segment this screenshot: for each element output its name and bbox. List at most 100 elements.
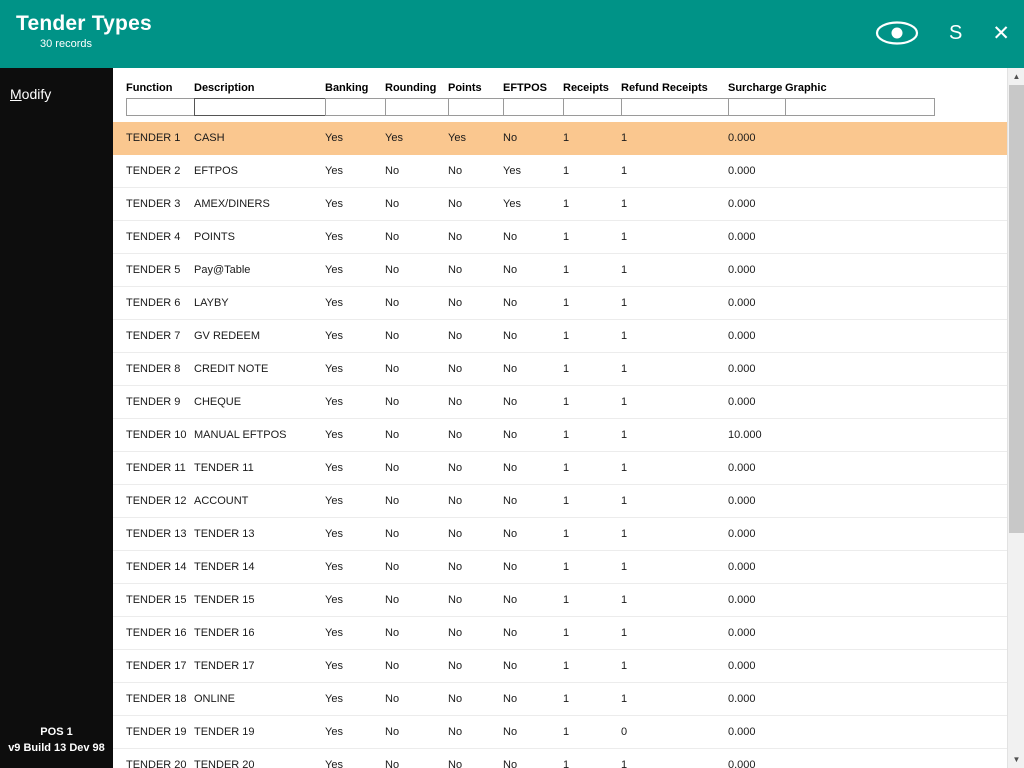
table-row[interactable]: TENDER 11TENDER 11YesNoNoNo110.000	[113, 452, 1007, 485]
close-icon[interactable]: ✕	[992, 23, 1010, 44]
cell-surcharge: 0.000	[728, 231, 785, 243]
cell-refund-receipts: 1	[621, 660, 728, 672]
filter-input-graphic[interactable]	[785, 98, 935, 116]
cell-receipts: 1	[563, 759, 621, 768]
column-header-receipts: Receipts	[563, 82, 621, 94]
table-row[interactable]: TENDER 6LAYBYYesNoNoNo110.000	[113, 287, 1007, 320]
cell-points: No	[448, 165, 503, 177]
table-row[interactable]: TENDER 15TENDER 15YesNoNoNo110.000	[113, 584, 1007, 617]
cell-banking: Yes	[325, 330, 385, 342]
scroll-down-icon[interactable]: ▼	[1008, 751, 1024, 768]
vertical-scrollbar[interactable]: ▲ ▼	[1007, 68, 1024, 768]
column-header-banking: Banking	[325, 82, 385, 94]
table-row[interactable]: TENDER 18ONLINEYesNoNoNo110.000	[113, 683, 1007, 716]
cell-description: EFTPOS	[194, 165, 325, 177]
cell-eftpos: No	[503, 528, 563, 540]
cell-description: MANUAL EFTPOS	[194, 429, 325, 441]
title-block: Tender Types 30 records	[0, 0, 152, 50]
table-row[interactable]: TENDER 10MANUAL EFTPOSYesNoNoNo1110.000	[113, 419, 1007, 452]
table-row[interactable]: TENDER 14TENDER 14YesNoNoNo110.000	[113, 551, 1007, 584]
cell-rounding: No	[385, 462, 448, 474]
column-header-surcharge: Surcharge	[728, 82, 785, 94]
cell-description: POINTS	[194, 231, 325, 243]
cell-surcharge: 0.000	[728, 297, 785, 309]
cell-rounding: No	[385, 660, 448, 672]
cell-banking: Yes	[325, 693, 385, 705]
cell-banking: Yes	[325, 528, 385, 540]
cell-rounding: No	[385, 264, 448, 276]
eye-icon[interactable]	[875, 20, 919, 46]
filter-cell-function	[126, 97, 194, 116]
table-row[interactable]: TENDER 8CREDIT NOTEYesNoNoNo110.000	[113, 353, 1007, 386]
filter-cell-refund-receipts	[621, 97, 728, 116]
table-row[interactable]: TENDER 17TENDER 17YesNoNoNo110.000	[113, 650, 1007, 683]
cell-refund-receipts: 1	[621, 693, 728, 705]
table-row[interactable]: TENDER 12ACCOUNTYesNoNoNo110.000	[113, 485, 1007, 518]
cell-function: TENDER 1	[126, 132, 194, 144]
scroll-up-icon[interactable]: ▲	[1008, 68, 1024, 85]
menu-item-modify[interactable]: Modify	[0, 68, 113, 102]
cell-refund-receipts: 1	[621, 627, 728, 639]
record-count: 30 records	[16, 38, 152, 50]
cell-points: No	[448, 198, 503, 210]
cell-banking: Yes	[325, 198, 385, 210]
cell-function: TENDER 12	[126, 495, 194, 507]
cell-function: TENDER 20	[126, 759, 194, 768]
cell-banking: Yes	[325, 363, 385, 375]
cell-eftpos: No	[503, 693, 563, 705]
table-area: FunctionDescriptionBankingRoundingPoints…	[113, 68, 1007, 768]
s-button[interactable]: S	[949, 22, 962, 45]
scrollbar-thumb[interactable]	[1009, 85, 1024, 533]
table-row[interactable]: TENDER 19TENDER 19YesNoNoNo100.000	[113, 716, 1007, 749]
cell-refund-receipts: 1	[621, 198, 728, 210]
filter-cell-surcharge	[728, 97, 785, 116]
cell-eftpos: No	[503, 627, 563, 639]
filter-input-description[interactable]	[194, 98, 344, 116]
version-label: v9 Build 13 Dev 98	[0, 741, 113, 756]
table-row[interactable]: TENDER 4POINTSYesNoNoNo110.000	[113, 221, 1007, 254]
cell-points: No	[448, 660, 503, 672]
cell-refund-receipts: 1	[621, 264, 728, 276]
table-row[interactable]: TENDER 13TENDER 13YesNoNoNo110.000	[113, 518, 1007, 551]
cell-refund-receipts: 1	[621, 363, 728, 375]
cell-banking: Yes	[325, 297, 385, 309]
table-row[interactable]: TENDER 2EFTPOSYesNoNoYes110.000	[113, 155, 1007, 188]
cell-banking: Yes	[325, 165, 385, 177]
cell-points: No	[448, 627, 503, 639]
table-row[interactable]: TENDER 9CHEQUEYesNoNoNo110.000	[113, 386, 1007, 419]
table-row[interactable]: TENDER 3AMEX/DINERSYesNoNoYes110.000	[113, 188, 1007, 221]
cell-rounding: No	[385, 429, 448, 441]
cell-surcharge: 0.000	[728, 759, 785, 768]
cell-receipts: 1	[563, 726, 621, 738]
cell-refund-receipts: 1	[621, 594, 728, 606]
cell-banking: Yes	[325, 132, 385, 144]
cell-receipts: 1	[563, 693, 621, 705]
cell-rounding: No	[385, 297, 448, 309]
cell-receipts: 1	[563, 561, 621, 573]
cell-function: TENDER 7	[126, 330, 194, 342]
cell-function: TENDER 9	[126, 396, 194, 408]
table-row[interactable]: TENDER 20TENDER 20YesNoNoNo110.000	[113, 749, 1007, 768]
cell-rounding: No	[385, 330, 448, 342]
cell-banking: Yes	[325, 396, 385, 408]
table-row[interactable]: TENDER 1CASHYesYesYesNo110.000	[113, 122, 1007, 155]
titlebar-actions: S ✕	[875, 0, 1024, 46]
cell-surcharge: 0.000	[728, 594, 785, 606]
cell-receipts: 1	[563, 132, 621, 144]
cell-points: No	[448, 462, 503, 474]
cell-points: No	[448, 429, 503, 441]
table-row[interactable]: TENDER 7GV REDEEMYesNoNoNo110.000	[113, 320, 1007, 353]
cell-description: LAYBY	[194, 297, 325, 309]
cell-description: CASH	[194, 132, 325, 144]
cell-function: TENDER 8	[126, 363, 194, 375]
cell-eftpos: No	[503, 759, 563, 768]
cell-rounding: No	[385, 561, 448, 573]
cell-surcharge: 10.000	[728, 429, 785, 441]
sidebar-footer: POS 1 v9 Build 13 Dev 98	[0, 725, 113, 756]
cell-points: Yes	[448, 132, 503, 144]
table-row[interactable]: TENDER 16TENDER 16YesNoNoNo110.000	[113, 617, 1007, 650]
cell-receipts: 1	[563, 297, 621, 309]
table-row[interactable]: TENDER 5Pay@TableYesNoNoNo110.000	[113, 254, 1007, 287]
cell-surcharge: 0.000	[728, 660, 785, 672]
cell-refund-receipts: 1	[621, 561, 728, 573]
